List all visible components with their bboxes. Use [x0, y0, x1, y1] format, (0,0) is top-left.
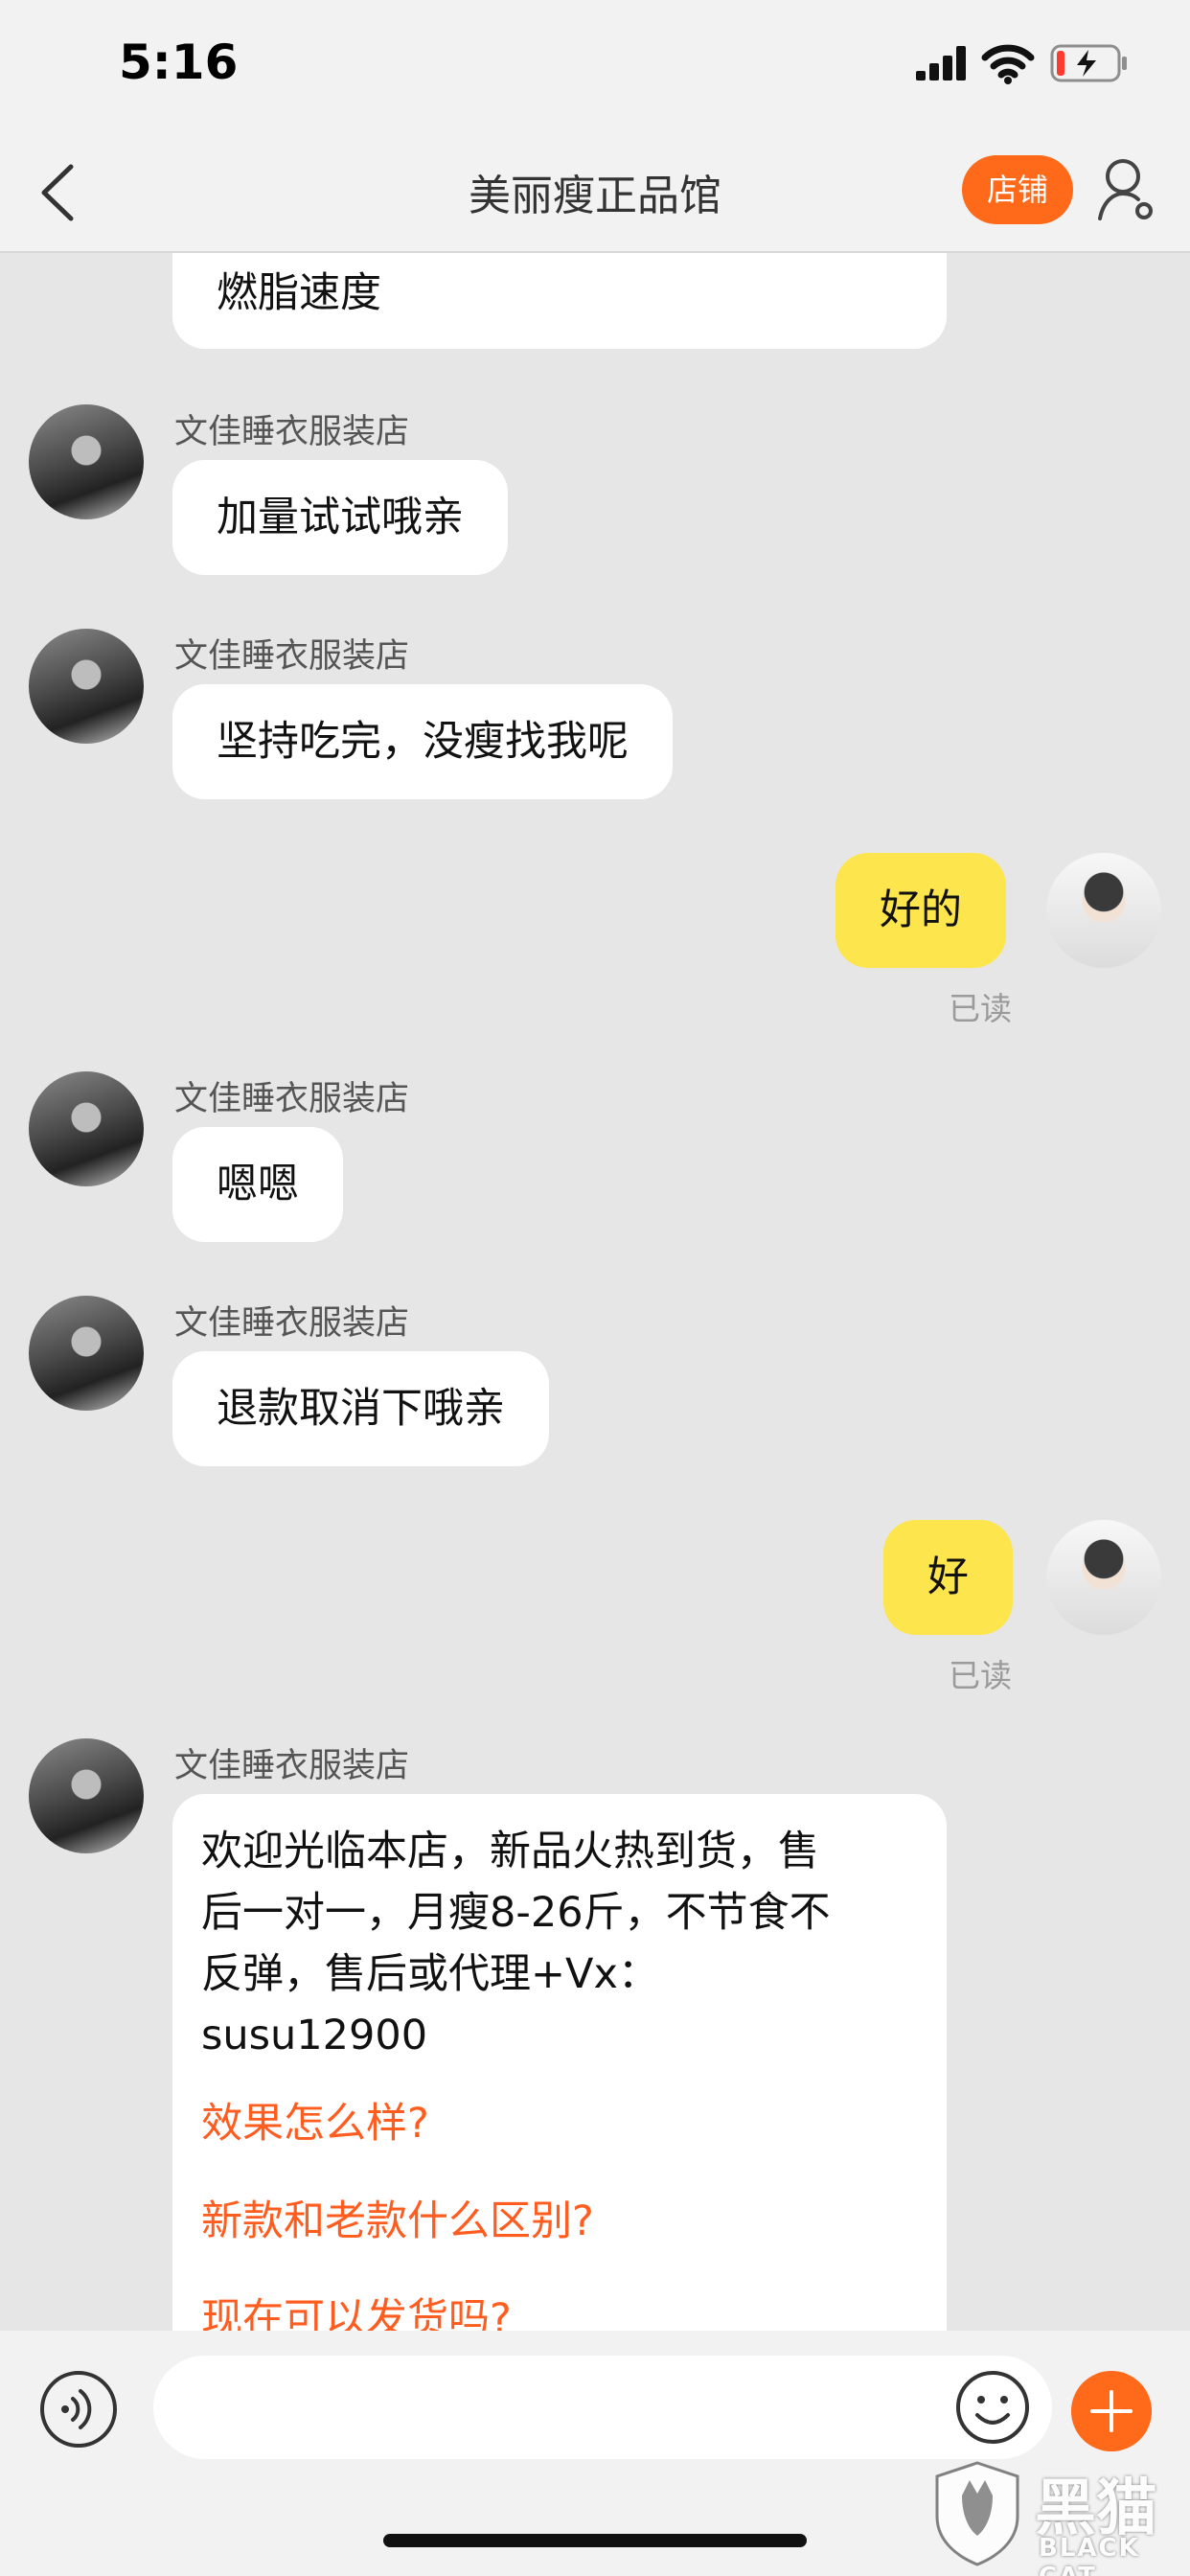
seller-avatar[interactable] — [29, 404, 144, 519]
cellular-signal-icon — [916, 46, 968, 80]
sender-name: 文佳睡衣服装店 — [174, 1304, 410, 1343]
my-avatar[interactable] — [1046, 853, 1161, 968]
status-time: 5:16 — [119, 34, 239, 90]
welcome-message-card: 欢迎光临本店，新品火热到货，售 后一对一，月瘦8-26斤，不节食不 反弹，售后或… — [172, 1794, 947, 2331]
seller-avatar[interactable] — [29, 1296, 144, 1411]
battery-low-icon — [1050, 44, 1127, 82]
read-status: 已读 — [949, 1657, 1012, 1694]
quick-question-link[interactable]: 效果怎么样? — [201, 2093, 918, 2154]
watermark-text-en: BLACK CAT — [1039, 2534, 1140, 2576]
wifi-icon — [981, 44, 1035, 84]
quick-question-link[interactable]: 新款和老款什么区别? — [201, 2191, 918, 2252]
nav-bar: 美丽瘦正品馆 店铺 — [0, 134, 1190, 253]
plus-icon[interactable] — [1071, 2371, 1152, 2451]
black-cat-watermark: 黑猫 BLACK CAT — [929, 2459, 1180, 2576]
message-bubble[interactable]: 坚持吃完，没瘦找我呢 — [172, 684, 673, 799]
message-text: 后一对一，月瘦8-26斤，不节食不 — [201, 1889, 831, 1937]
black-cat-logo-icon — [935, 2461, 1019, 2566]
seller-avatar[interactable] — [29, 1738, 144, 1853]
sender-name: 文佳睡衣服装店 — [174, 413, 410, 451]
message-text: susu12900 — [201, 2012, 428, 2059]
shop-button[interactable]: 店铺 — [962, 155, 1073, 224]
my-message-bubble[interactable]: 好 — [883, 1520, 1013, 1635]
my-avatar[interactable] — [1046, 1520, 1161, 1635]
my-message-bubble[interactable]: 好的 — [835, 853, 1006, 968]
user-profile-icon[interactable] — [1096, 155, 1157, 224]
message-input[interactable] — [153, 2356, 1052, 2459]
message-bubble: 一款，现款前半个时一款。加快 燃脂速度 — [172, 253, 947, 349]
quick-question-link[interactable]: 现在可以发货吗? — [201, 2288, 918, 2331]
seller-avatar[interactable] — [29, 629, 144, 744]
chat-screen: 5:16 美丽瘦正品馆 店铺 一款，现 — [0, 0, 1190, 2576]
status-bar: 5:16 — [0, 0, 1190, 134]
read-status: 已读 — [949, 990, 1012, 1027]
message-text: 燃脂速度 — [217, 269, 381, 317]
message-bubble[interactable]: 加量试试哦亲 — [172, 460, 508, 575]
home-indicator — [383, 2534, 807, 2547]
message-bubble[interactable]: 退款取消下哦亲 — [172, 1351, 549, 1466]
emoji-icon[interactable] — [954, 2369, 1031, 2446]
voice-input-icon[interactable] — [38, 2369, 119, 2450]
message-bubble[interactable]: 嗯嗯 — [172, 1127, 343, 1242]
message-text: 欢迎光临本店，新品火热到货，售 — [201, 1828, 819, 1875]
message-text: 一款，现款前半个时一款。加快 — [217, 253, 903, 263]
sender-name: 文佳睡衣服装店 — [174, 637, 410, 676]
sender-name: 文佳睡衣服装店 — [174, 1080, 410, 1118]
seller-avatar[interactable] — [29, 1071, 144, 1186]
message-text: 反弹，售后或代理+Vx： — [201, 1950, 659, 1998]
message-list[interactable]: 一款，现款前半个时一款。加快 燃脂速度 文佳睡衣服装店 加量试试哦亲 文佳睡衣服… — [0, 253, 1190, 2331]
sender-name: 文佳睡衣服装店 — [174, 1747, 410, 1785]
